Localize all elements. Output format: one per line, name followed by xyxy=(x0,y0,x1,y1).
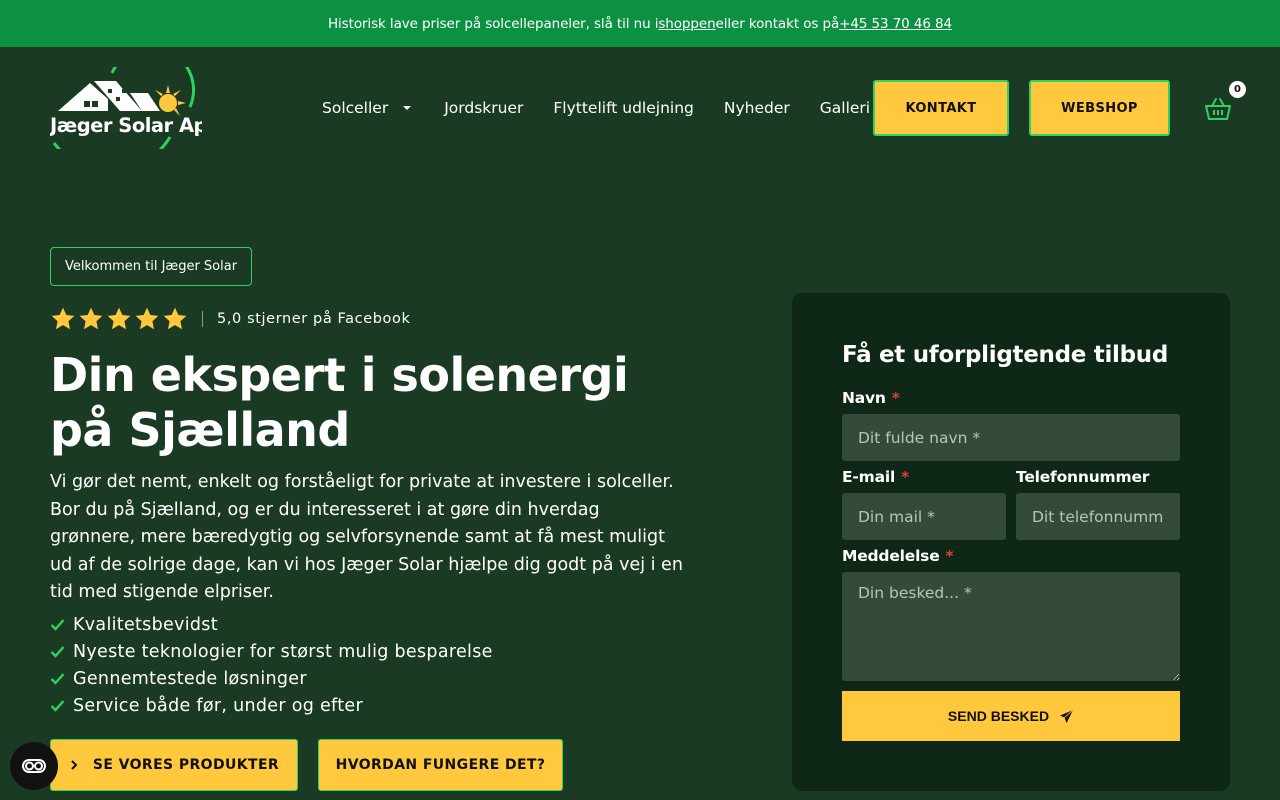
email-label: E-mail * xyxy=(842,468,909,486)
paper-plane-icon xyxy=(1060,709,1074,723)
phone-label: Telefonnummer xyxy=(1016,468,1150,486)
quote-form: Få et uforpligtende tilbud Navn * E-mail *… xyxy=(792,293,1230,791)
email-label-text: E-mail xyxy=(842,468,896,486)
webshop-button[interactable]: WEBSHOP xyxy=(1029,80,1170,136)
required-mark: * xyxy=(945,547,954,565)
star-icon xyxy=(79,307,103,330)
name-label: Navn * xyxy=(842,389,900,407)
feature-label: Service både før, under og efter xyxy=(73,695,363,716)
feature-label: Nyeste teknologier for størst mulig besp… xyxy=(73,641,493,662)
send-label: SEND BESKED xyxy=(947,708,1050,724)
logo[interactable]: Jæger Solar ApS xyxy=(50,67,202,149)
message-field[interactable] xyxy=(842,572,1180,681)
required-mark: * xyxy=(901,468,909,486)
star-icon xyxy=(107,307,131,330)
welcome-badge: Velkommen til Jæger Solar xyxy=(50,247,252,286)
chevron-right-icon xyxy=(71,760,78,770)
main-nav: Solceller Jordskruer Flyttelift udlejnin… xyxy=(322,47,900,169)
rating-text: 5,0 stjerner på Facebook xyxy=(217,311,411,327)
star-icon xyxy=(51,307,75,330)
star-icon xyxy=(163,307,187,330)
cart-count-badge: 0 xyxy=(1229,81,1246,98)
send-button[interactable]: SEND BESKED xyxy=(842,691,1180,741)
list-item: Nyeste teknologier for størst mulig besp… xyxy=(50,638,493,665)
rating-divider xyxy=(202,311,203,327)
nav-item-flyttelift[interactable]: Flyttelift udlejning xyxy=(553,99,694,117)
form-title: Få et uforpligtende tilbud xyxy=(842,342,1169,368)
nav-item-nyheder[interactable]: Nyheder xyxy=(724,99,790,117)
list-item: Service både før, under og efter xyxy=(50,692,493,719)
page-title: Din ekspert i solenergi på Sjælland xyxy=(50,348,629,457)
nav-item-label: Solceller xyxy=(322,99,389,117)
announcement-text-middle: eller kontakt os på xyxy=(715,15,840,32)
nav-item-galleri[interactable]: Galleri xyxy=(820,99,870,117)
phone-field[interactable] xyxy=(1016,493,1180,540)
message-label: Meddelelse * xyxy=(842,547,954,565)
name-label-text: Navn xyxy=(842,389,886,407)
how-it-works-button[interactable]: HVORDAN FUNGERE DET? xyxy=(318,739,563,791)
basket-icon[interactable] xyxy=(1204,97,1232,121)
rating: 5,0 stjerner på Facebook xyxy=(50,305,410,333)
nav-item-solceller[interactable]: Solceller xyxy=(322,99,414,117)
feature-label: Kvalitetsbevidst xyxy=(73,614,218,635)
chevron-down-icon xyxy=(403,106,412,110)
star-icon xyxy=(135,307,159,330)
see-products-label: SE VORES PRODUKTER xyxy=(92,757,280,773)
feature-list: Kvalitetsbevidst Nyeste teknologier for … xyxy=(50,611,493,719)
see-products-button[interactable]: SE VORES PRODUKTER xyxy=(50,739,298,791)
check-icon xyxy=(50,673,65,685)
check-icon xyxy=(50,619,65,631)
shop-link[interactable]: shoppen xyxy=(658,16,715,32)
feature-label: Gennemtestede løsninger xyxy=(73,668,307,689)
email-field[interactable] xyxy=(842,493,1006,540)
check-icon xyxy=(50,646,65,658)
kontakt-button[interactable]: KONTAKT xyxy=(873,80,1009,136)
accessibility-icon xyxy=(22,759,46,773)
announcement-bar: Historisk lave priser på solcellepaneler… xyxy=(0,0,1280,47)
phone-link[interactable]: +45 53 70 46 84 xyxy=(839,16,952,32)
message-label-text: Meddelelse xyxy=(842,547,940,565)
name-field[interactable] xyxy=(842,414,1180,461)
hero-description: Vi gør det nemt, enkelt og forståeligt f… xyxy=(50,472,683,602)
accessibility-button[interactable] xyxy=(10,742,58,790)
site-header: Jæger Solar ApS Solceller Jordskruer Fly… xyxy=(0,47,1280,172)
check-icon xyxy=(50,700,65,712)
nav-item-jordskruer[interactable]: Jordskruer xyxy=(444,99,523,117)
required-mark: * xyxy=(891,389,900,407)
star-rating xyxy=(50,306,190,332)
list-item: Gennemtestede løsninger xyxy=(50,665,493,692)
logo-text: Jæger Solar ApS xyxy=(50,114,202,137)
list-item: Kvalitetsbevidst xyxy=(50,611,493,638)
announcement-text: Historisk lave priser på solcellepaneler… xyxy=(327,15,659,32)
